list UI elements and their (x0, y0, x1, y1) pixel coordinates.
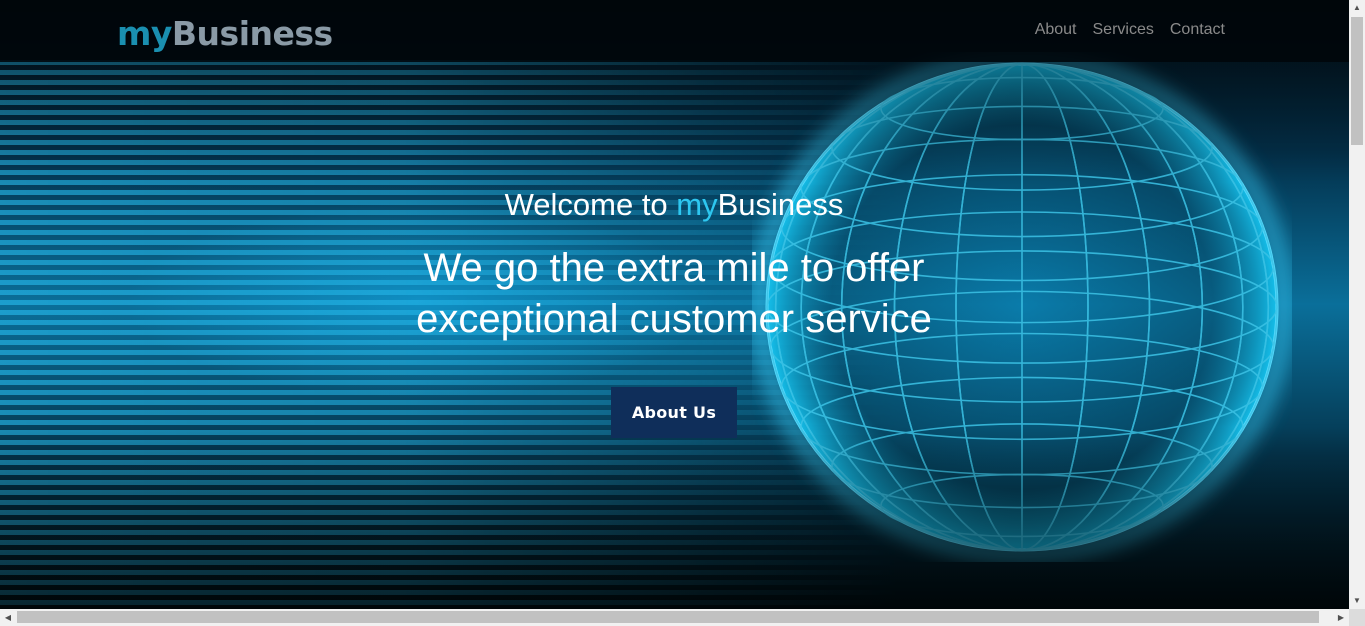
headline-line-2: exceptional customer service (416, 297, 932, 341)
welcome-brand-business: Business (717, 187, 844, 222)
nav-link-about[interactable]: About (1035, 20, 1077, 40)
horizontal-scroll-thumb[interactable] (17, 611, 1319, 623)
nav-link-services[interactable]: Services (1093, 20, 1154, 40)
nav-link-contact[interactable]: Contact (1170, 20, 1225, 40)
welcome-prefix: Welcome to (504, 187, 677, 222)
welcome-heading: Welcome to myBusiness (324, 185, 1024, 225)
hero-headline: We go the extra mile to offer exceptional… (324, 243, 1024, 345)
hero-section: Welcome to myBusiness We go the extra mi… (0, 0, 1349, 609)
horizontal-scrollbar[interactable]: ◀ ▶ (0, 609, 1349, 626)
scroll-up-arrow-icon[interactable]: ▲ (1349, 0, 1365, 16)
navbar: myBusiness About Services Contact (0, 0, 1349, 62)
about-us-button[interactable]: About Us (611, 387, 737, 438)
scroll-left-arrow-icon[interactable]: ◀ (0, 609, 16, 626)
welcome-brand-my: my (676, 187, 718, 222)
vertical-scroll-thumb[interactable] (1351, 17, 1363, 145)
logo-my: my (117, 14, 172, 53)
scrollbar-corner (1349, 609, 1365, 626)
nav-links: About Services Contact (1035, 20, 1225, 40)
scroll-right-arrow-icon[interactable]: ▶ (1333, 609, 1349, 626)
headline-line-1: We go the extra mile to offer (423, 246, 925, 290)
vertical-scrollbar[interactable]: ▲ ▼ (1349, 0, 1365, 609)
hero-content: Welcome to myBusiness We go the extra mi… (324, 185, 1024, 438)
scroll-down-arrow-icon[interactable]: ▼ (1349, 593, 1365, 609)
brand-logo[interactable]: myBusiness (117, 14, 333, 54)
logo-business: Business (171, 14, 333, 53)
